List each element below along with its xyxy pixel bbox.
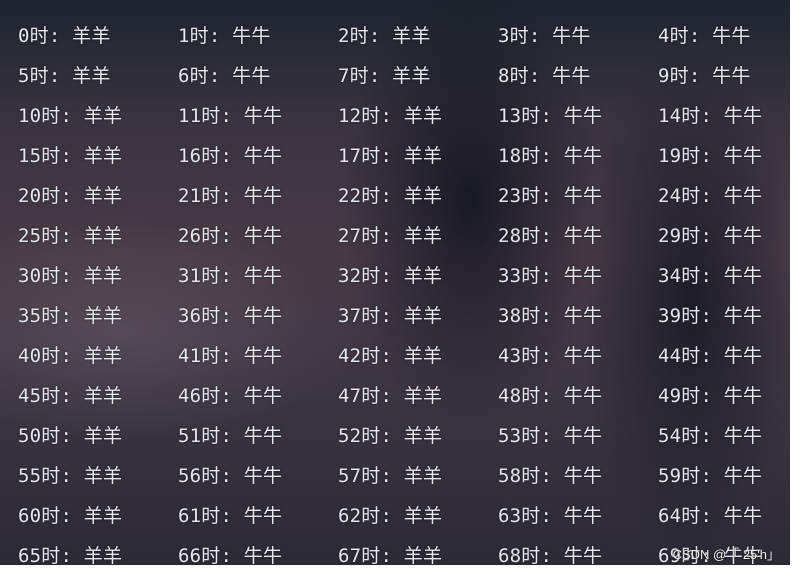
output-line: 10时: 羊羊 (18, 105, 123, 127)
output-line: 63时: 牛牛 (498, 505, 603, 527)
output-line: 67时: 羊羊 (338, 545, 443, 565)
output-line: 6时: 牛牛 (178, 65, 271, 87)
output-line: 59时: 牛牛 (658, 465, 763, 487)
output-line: 23时: 牛牛 (498, 185, 603, 207)
output-line: 30时: 羊羊 (18, 265, 123, 287)
output-line: 52时: 羊羊 (338, 425, 443, 447)
output-line: 65时: 羊羊 (18, 545, 123, 565)
output-line: 14时: 牛牛 (658, 105, 763, 127)
output-line: 1时: 牛牛 (178, 25, 271, 47)
output-line: 53时: 牛牛 (498, 425, 603, 447)
output-line: 43时: 牛牛 (498, 345, 603, 367)
terminal-output[interactable]: 0时: 羊羊 1时: 牛牛 2时: 羊羊 3时: 牛牛 4时: 牛牛 5时: 羊羊 6时: … (0, 0, 790, 565)
output-line: 45时: 羊羊 (18, 385, 123, 407)
output-line: 16时: 牛牛 (178, 145, 283, 167)
output-line: 7时: 羊羊 (338, 65, 431, 87)
output-line: 26时: 牛牛 (178, 225, 283, 247)
output-line: 3时: 牛牛 (498, 25, 591, 47)
output-line: 66时: 牛牛 (178, 545, 283, 565)
output-line: 17时: 羊羊 (338, 145, 443, 167)
output-grid: 0时: 羊羊 1时: 牛牛 2时: 羊羊 3时: 牛牛 4时: 牛牛 5时: 羊羊 6时: … (18, 16, 790, 565)
output-line: 12时: 羊羊 (338, 105, 443, 127)
output-line: 47时: 羊羊 (338, 385, 443, 407)
output-line: 58时: 牛牛 (498, 465, 603, 487)
output-line: 36时: 牛牛 (178, 305, 283, 327)
output-line: 21时: 牛牛 (178, 185, 283, 207)
output-line: 44时: 牛牛 (658, 345, 763, 367)
output-line: 34时: 牛牛 (658, 265, 763, 287)
output-line: 46时: 牛牛 (178, 385, 283, 407)
output-line: 35时: 羊羊 (18, 305, 123, 327)
output-line: 33时: 牛牛 (498, 265, 603, 287)
output-line: 61时: 牛牛 (178, 505, 283, 527)
output-line: 32时: 羊羊 (338, 265, 443, 287)
output-line: 40时: 羊羊 (18, 345, 123, 367)
output-line: 54时: 牛牛 (658, 425, 763, 447)
output-line: 5时: 羊羊 (18, 65, 111, 87)
output-line: 39时: 牛牛 (658, 305, 763, 327)
output-line: 49时: 牛牛 (658, 385, 763, 407)
output-line: 56时: 牛牛 (178, 465, 283, 487)
output-line: 37时: 羊羊 (338, 305, 443, 327)
output-line: 29时: 牛牛 (658, 225, 763, 247)
output-line: 41时: 牛牛 (178, 345, 283, 367)
output-line: 15时: 羊羊 (18, 145, 123, 167)
watermark: CSDN @「 25'h」 (672, 547, 780, 562)
output-line: 62时: 羊羊 (338, 505, 443, 527)
output-line: 13时: 牛牛 (498, 105, 603, 127)
output-line: 38时: 牛牛 (498, 305, 603, 327)
output-line: 8时: 牛牛 (498, 65, 591, 87)
output-line: 68时: 牛牛 (498, 545, 603, 565)
output-line: 20时: 羊羊 (18, 185, 123, 207)
output-line: 11时: 牛牛 (178, 105, 283, 127)
output-line: 18时: 牛牛 (498, 145, 603, 167)
output-line: 2时: 羊羊 (338, 25, 431, 47)
output-line: 28时: 牛牛 (498, 225, 603, 247)
output-line: 19时: 牛牛 (658, 145, 763, 167)
output-line: 57时: 羊羊 (338, 465, 443, 487)
output-line: 0时: 羊羊 (18, 25, 111, 47)
output-line: 64时: 牛牛 (658, 505, 763, 527)
output-line: 4时: 牛牛 (658, 25, 751, 47)
output-line: 22时: 羊羊 (338, 185, 443, 207)
output-line: 50时: 羊羊 (18, 425, 123, 447)
output-line: 25时: 羊羊 (18, 225, 123, 247)
output-line: 31时: 牛牛 (178, 265, 283, 287)
output-line: 24时: 牛牛 (658, 185, 763, 207)
output-line: 60时: 羊羊 (18, 505, 123, 527)
output-line: 48时: 牛牛 (498, 385, 603, 407)
output-line: 55时: 羊羊 (18, 465, 123, 487)
output-line: 27时: 羊羊 (338, 225, 443, 247)
output-line: 51时: 牛牛 (178, 425, 283, 447)
output-line: 9时: 牛牛 (658, 65, 751, 87)
output-line: 42时: 羊羊 (338, 345, 443, 367)
